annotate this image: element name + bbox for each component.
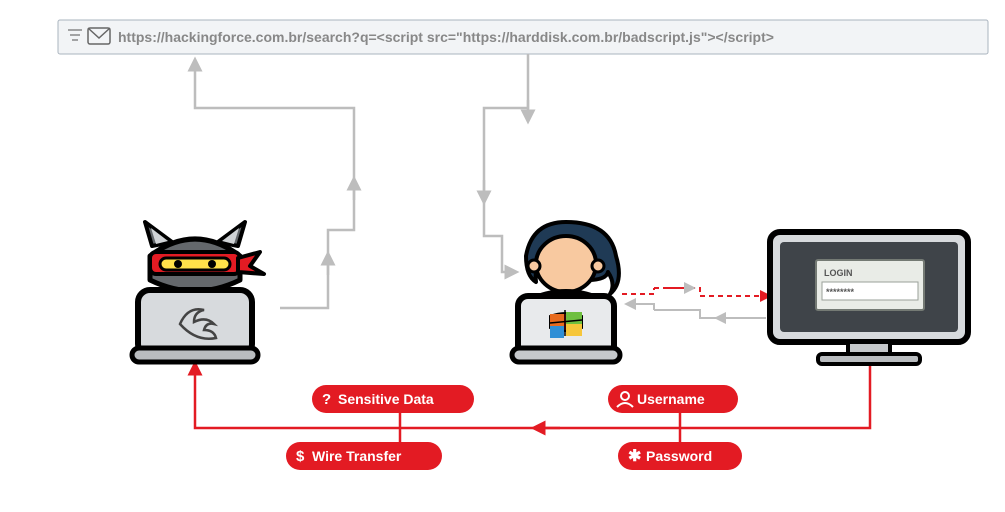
question-icon: ? <box>322 391 331 408</box>
flow-url-to-victim <box>484 54 528 272</box>
badge-sensitive: ? Sensitive Data <box>312 385 474 413</box>
badge-sensitive-label: Sensitive Data <box>338 391 434 407</box>
attacker-icon <box>132 222 264 362</box>
badge-username: Username <box>608 385 738 413</box>
url-bar: https://hackingforce.com.br/search?q=<sc… <box>58 20 988 54</box>
dollar-icon: $ <box>296 448 305 465</box>
server-icon: LOGIN ******** <box>770 232 968 364</box>
login-title: LOGIN <box>824 268 853 278</box>
asterisk-icon: ✱ <box>628 448 641 465</box>
login-card: LOGIN ******** <box>816 260 924 310</box>
badge-wire-label: Wire Transfer <box>312 448 402 464</box>
badge-password: ✱ Password <box>618 442 742 470</box>
badge-wire: $ Wire Transfer <box>286 442 442 470</box>
badge-password-label: Password <box>646 448 712 464</box>
flow-server-to-victim-response <box>630 304 766 318</box>
flow-victim-to-server-request <box>622 288 766 296</box>
login-password-mask: ******** <box>826 287 855 297</box>
flow-exfil <box>195 352 870 446</box>
victim-icon <box>512 222 620 362</box>
url-text: https://hackingforce.com.br/search?q=<sc… <box>118 29 774 45</box>
badge-username-label: Username <box>637 391 705 407</box>
